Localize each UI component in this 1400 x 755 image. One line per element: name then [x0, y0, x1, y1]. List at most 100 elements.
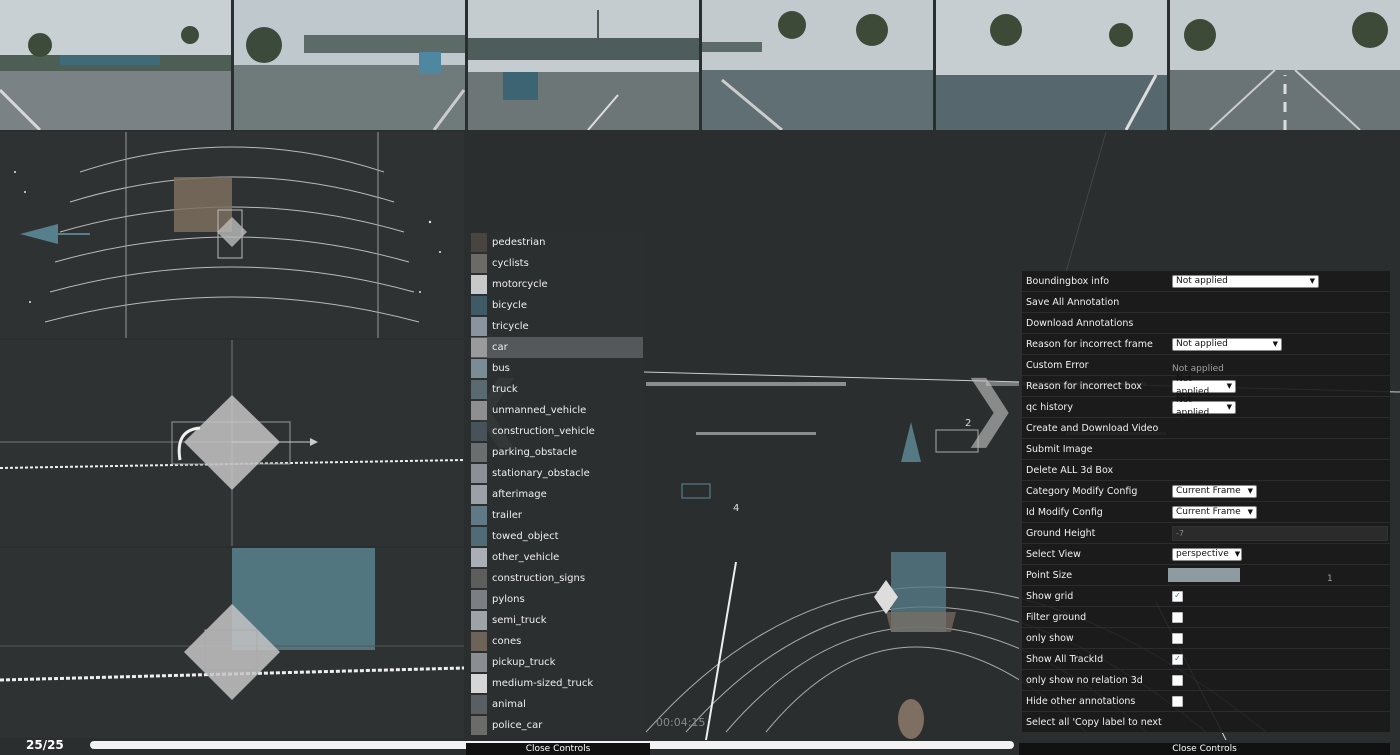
- category-item[interactable]: truck: [471, 379, 643, 400]
- category-item[interactable]: pedestrian: [471, 232, 643, 253]
- category-item[interactable]: police_car: [471, 715, 643, 736]
- category-color-swatch: [471, 695, 487, 714]
- category-item[interactable]: bicycle: [471, 295, 643, 316]
- chevron-down-icon: ▼: [1226, 381, 1232, 390]
- point-size-value: 1: [1327, 574, 1333, 584]
- submit-image-button[interactable]: Submit Image: [1019, 439, 1390, 460]
- category-color-swatch: [471, 275, 487, 294]
- camera-view-3[interactable]: [468, 0, 699, 130]
- id-modify-config-select[interactable]: Current Frame ▼: [1172, 505, 1257, 519]
- reason-incorrect-frame-select[interactable]: Not applied ▼: [1172, 337, 1282, 351]
- category-label: afterimage: [492, 489, 547, 500]
- qc-history-select[interactable]: Not applied ▼: [1172, 395, 1236, 418]
- category-label: medium-sized_truck: [492, 678, 594, 689]
- category-item[interactable]: pickup_truck: [471, 652, 643, 673]
- category-item[interactable]: animal: [471, 694, 643, 715]
- category-color-swatch: [471, 443, 487, 462]
- category-label: towed_object: [492, 531, 559, 542]
- category-label: pedestrian: [492, 237, 546, 248]
- category-color-swatch: [471, 527, 487, 546]
- chevron-down-icon: ▼: [1309, 276, 1315, 285]
- category-item[interactable]: medium-sized_truck: [471, 673, 643, 694]
- chevron-down-icon: ▼: [1272, 339, 1278, 348]
- category-label: pickup_truck: [492, 657, 556, 668]
- chevron-down-icon: ▼: [1234, 549, 1241, 558]
- category-item[interactable]: tricycle: [471, 316, 643, 337]
- category-color-swatch: [471, 422, 487, 441]
- point-size-slider[interactable]: [1168, 568, 1240, 582]
- camera-view-2[interactable]: [234, 0, 465, 130]
- only-show-row: only show: [1019, 628, 1390, 649]
- category-item[interactable]: construction_signs: [471, 568, 643, 589]
- only-show-checkbox[interactable]: [1172, 632, 1183, 644]
- select-all-copy-label-row[interactable]: Select all 'Copy label to next: [1019, 712, 1390, 733]
- delete-all-3d-box-button[interactable]: Delete ALL 3d Box: [1019, 460, 1390, 481]
- category-label: car: [492, 342, 508, 353]
- category-label: parking_obstacle: [492, 447, 577, 458]
- category-color-swatch: [471, 548, 487, 567]
- category-item[interactable]: other_vehicle: [471, 547, 643, 568]
- boundingbox-info-row: Boundingbox info Not applied ▼: [1019, 271, 1390, 292]
- category-item[interactable]: afterimage: [471, 484, 643, 505]
- category-item[interactable]: unmanned_vehicle: [471, 400, 643, 421]
- show-grid-row: Show grid ✓: [1019, 586, 1390, 607]
- category-item[interactable]: trailer: [471, 505, 643, 526]
- reason-incorrect-frame-row: Reason for incorrect frame Not applied ▼: [1019, 334, 1390, 355]
- category-item[interactable]: cones: [471, 631, 643, 652]
- category-label: unmanned_vehicle: [492, 405, 587, 416]
- category-item[interactable]: semi_truck: [471, 610, 643, 631]
- lidar-top-view[interactable]: [0, 132, 464, 338]
- hide-other-annotations-row: Hide other annotations: [1019, 691, 1390, 712]
- only-show-no-relation-checkbox[interactable]: [1172, 674, 1183, 686]
- download-annotations-button[interactable]: Download Annotations: [1019, 313, 1390, 334]
- camera-view-4[interactable]: [702, 0, 933, 130]
- category-color-swatch: [471, 716, 487, 735]
- id-modify-config-row: Id Modify Config Current Frame ▼: [1019, 502, 1390, 523]
- category-item[interactable]: construction_vehicle: [471, 421, 643, 442]
- controls-panel: Boundingbox info Not applied ▼ Save All A…: [1019, 271, 1390, 733]
- frame-counter: 25/25: [26, 738, 64, 752]
- ground-height-row: Ground Height -7: [1019, 523, 1390, 544]
- category-label: stationary_obstacle: [492, 468, 590, 479]
- category-color-swatch: [471, 590, 487, 609]
- category-label: animal: [492, 699, 526, 710]
- category-item[interactable]: pylons: [471, 589, 643, 610]
- category-modify-config-select[interactable]: Current Frame ▼: [1172, 484, 1257, 498]
- hide-other-annotations-checkbox[interactable]: [1172, 695, 1183, 707]
- filter-ground-checkbox[interactable]: [1172, 611, 1183, 623]
- category-item[interactable]: motorcycle: [471, 274, 643, 295]
- category-color-swatch: [471, 569, 487, 588]
- create-download-video-button[interactable]: Create and Download Video: [1019, 418, 1390, 439]
- close-controls-button[interactable]: Close Controls: [466, 743, 650, 755]
- category-item[interactable]: bus: [471, 358, 643, 379]
- save-all-annotation-button[interactable]: Save All Annotation: [1019, 292, 1390, 313]
- camera-view-6[interactable]: [1170, 0, 1400, 130]
- camera-view-1[interactable]: [0, 0, 231, 130]
- lidar-side-view[interactable]: [0, 340, 464, 546]
- category-item[interactable]: car: [471, 337, 643, 358]
- ground-height-input[interactable]: -7: [1172, 525, 1388, 541]
- qc-history-row: qc history Not applied ▼: [1019, 395, 1390, 418]
- next-frame-arrow-icon[interactable]: ❯: [960, 372, 1019, 442]
- reason-incorrect-box-select[interactable]: Not applied ▼: [1172, 374, 1236, 397]
- category-item[interactable]: cyclists: [471, 253, 643, 274]
- close-controls-button[interactable]: Close Controls: [1019, 743, 1390, 755]
- category-label: cones: [492, 636, 522, 647]
- lidar-front-view[interactable]: [0, 548, 464, 738]
- category-item[interactable]: parking_obstacle: [471, 442, 643, 463]
- category-color-swatch: [471, 338, 487, 357]
- boundingbox-info-select[interactable]: Not applied ▼: [1172, 274, 1319, 288]
- select-view-select[interactable]: perspective ▼: [1172, 547, 1242, 561]
- category-item[interactable]: stationary_obstacle: [471, 463, 643, 484]
- category-item[interactable]: towed_object: [471, 526, 643, 547]
- show-all-trackid-checkbox[interactable]: ✓: [1172, 653, 1183, 665]
- category-modify-config-row: Category Modify Config Current Frame ▼: [1019, 481, 1390, 502]
- camera-view-5[interactable]: [936, 0, 1167, 130]
- show-grid-checkbox[interactable]: ✓: [1172, 590, 1183, 602]
- category-label: police_car: [492, 720, 543, 731]
- category-color-swatch: [471, 401, 487, 420]
- point-size-row: Point Size 1: [1019, 565, 1390, 586]
- category-color-swatch: [471, 653, 487, 672]
- category-color-swatch: [471, 380, 487, 399]
- category-label: cyclists: [492, 258, 529, 269]
